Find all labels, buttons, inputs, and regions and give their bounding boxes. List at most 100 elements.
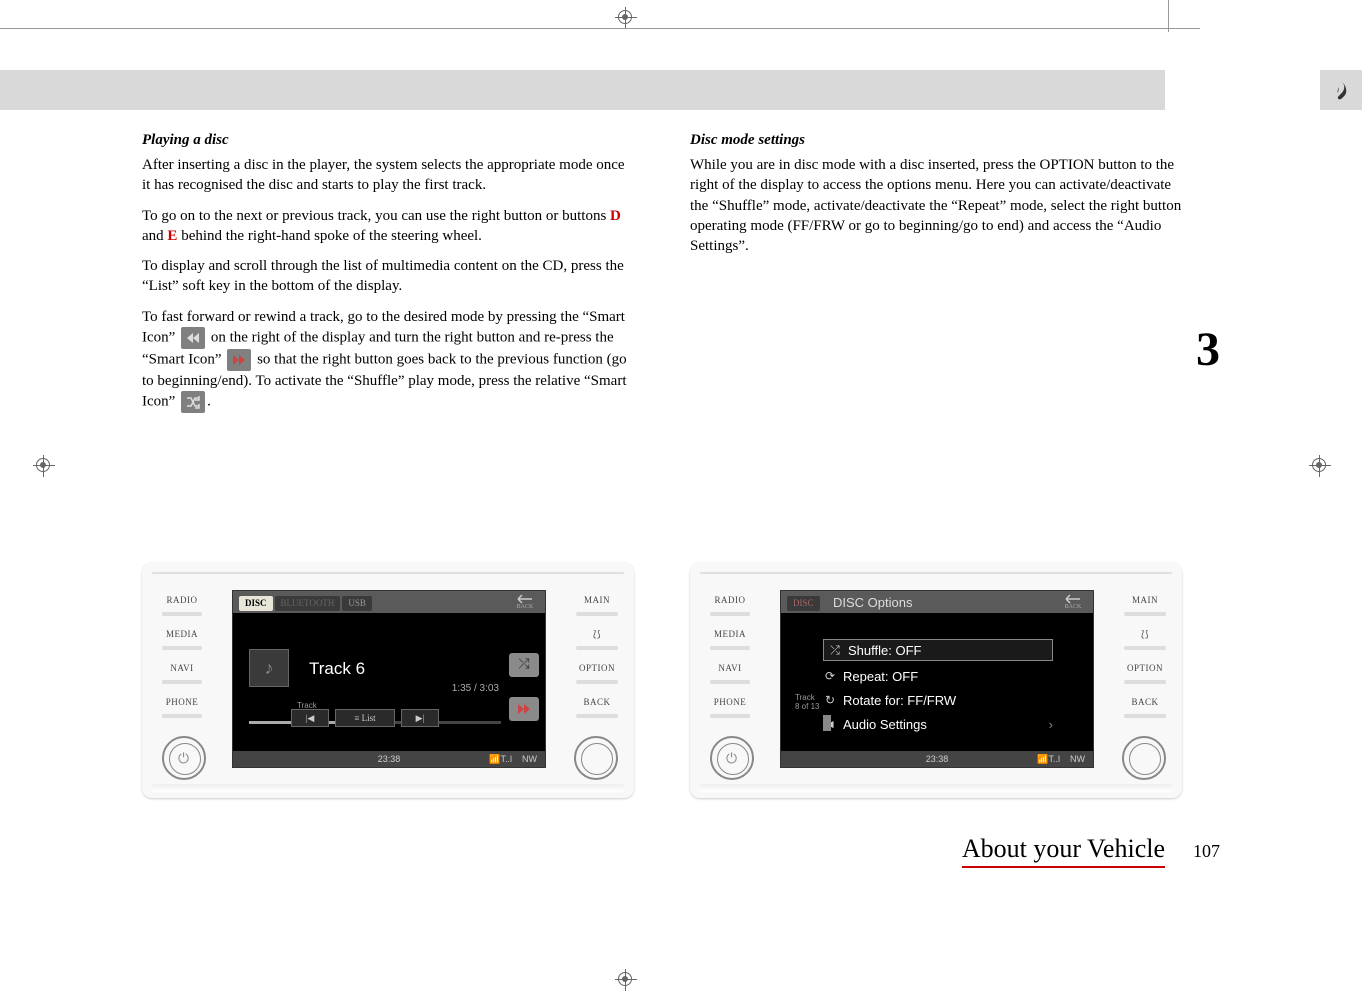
para-intro: After inserting a disc in the player, th… xyxy=(142,155,634,196)
hw-btn-back-2: BACK xyxy=(1114,694,1176,722)
option-rotate-label: Rotate for: FF/FRW xyxy=(843,693,956,708)
repeat-opt-icon: ⟳ xyxy=(823,669,837,683)
track-counter-2: Track 8 of 13 xyxy=(795,693,819,711)
hw-btn-media-2: MEDIA xyxy=(700,626,760,654)
tab-bluetooth: BLUETOOTH xyxy=(275,596,341,611)
option-repeat: ⟳ Repeat: OFF xyxy=(823,665,1053,687)
hw-btn-back: BACK xyxy=(566,694,628,722)
para-nextprev: To go on to the next or previous track, … xyxy=(142,206,634,247)
crop-mark-top xyxy=(618,10,632,24)
chevron-right-icon: › xyxy=(1049,717,1053,732)
page-footer: About your Vehicle 107 xyxy=(962,834,1220,868)
para-discmode: While you are in disc mode with a disc i… xyxy=(690,155,1182,256)
header-logo-box xyxy=(1320,70,1362,110)
left-knob-2: ⏻ xyxy=(710,736,754,780)
para4-end: . xyxy=(207,393,211,409)
antenna-icon: ⟅⟆ xyxy=(593,629,601,639)
left-column: Playing a disc After inserting a disc in… xyxy=(142,132,634,423)
list-button: ≡ List xyxy=(335,709,395,727)
right-knob-2 xyxy=(1122,736,1166,780)
track-info-label-2: Track xyxy=(795,693,815,702)
back-softkey-2: BACK xyxy=(1059,594,1087,610)
screenshot-disc-options: RADIO MEDIA NAVI PHONE MAIN ⟅⟆ OPTION BA… xyxy=(690,562,1182,798)
option-rotate: ↻ Rotate for: FF/FRW xyxy=(823,689,1053,711)
tab-disc-2: DISC xyxy=(787,596,820,611)
music-note-icon: ♪ xyxy=(265,658,274,679)
track-title: Track 6 xyxy=(309,659,365,679)
status-time-2: 23:38 xyxy=(926,754,949,764)
back-softkey: BACK xyxy=(511,594,539,610)
hw-btn-phone-2: PHONE xyxy=(700,694,760,722)
right-knob xyxy=(574,736,618,780)
status-signal-2: 📶T..l xyxy=(1037,754,1060,765)
hw-btn-option-2: OPTION xyxy=(1114,660,1176,688)
smart-icon-shuffle-icon xyxy=(181,391,205,413)
status-bar: 23:38 📶T..l NW xyxy=(233,751,545,767)
screenshot-disc-playing: RADIO MEDIA NAVI PHONE MAIN ⟅⟆ OPTION BA… xyxy=(142,562,634,798)
scrollbar-thumb xyxy=(823,715,831,731)
status-time: 23:38 xyxy=(378,754,401,764)
antenna-icon-2: ⟅⟆ xyxy=(1141,629,1149,639)
para2-mid: and xyxy=(142,228,167,244)
para2-post: behind the right-hand spoke of the steer… xyxy=(177,228,482,244)
option-audio-label: Audio Settings xyxy=(843,717,927,732)
power-icon-2: ⏻ xyxy=(726,752,737,768)
option-shuffle: ⤮ Shuffle: OFF xyxy=(823,639,1053,661)
screen-display-2: DISC DISC Options BACK Track 8 of 13 ⤮ S… xyxy=(780,590,1094,768)
button-letter-d: D xyxy=(610,208,621,224)
shuffle-opt-icon: ⤮ xyxy=(828,643,842,657)
hw-btn-main: MAIN xyxy=(566,592,628,620)
next-track-button: ▶| xyxy=(401,709,439,727)
hw-btn-radio: RADIO xyxy=(152,592,212,620)
hw-btn-antenna-2: ⟅⟆ xyxy=(1114,626,1176,654)
hw-btn-radio-2: RADIO xyxy=(700,592,760,620)
shuffle-smart-icon: ⤮ xyxy=(509,653,539,677)
crop-mark-left xyxy=(36,458,50,472)
option-shuffle-label: Shuffle: OFF xyxy=(848,643,921,658)
section-title-playing: Playing a disc xyxy=(142,132,634,149)
ferrari-horse-icon xyxy=(1331,79,1351,101)
rotate-opt-icon: ↻ xyxy=(823,693,837,707)
track-info-count-2: 8 of 13 xyxy=(795,702,819,711)
tab-disc: DISC xyxy=(239,596,273,611)
hw-btn-main-2: MAIN xyxy=(1114,592,1176,620)
tab-usb: USB xyxy=(342,596,372,611)
chapter-number: 3 xyxy=(1196,322,1220,377)
status-signal: 📶T..l xyxy=(489,754,512,765)
hw-btn-phone: PHONE xyxy=(152,694,212,722)
page-number: 107 xyxy=(1193,841,1220,862)
back-label: BACK xyxy=(517,604,534,610)
margin-line-v xyxy=(1168,0,1169,32)
smart-icon-ffrw-icon xyxy=(181,327,205,349)
options-header: DISC Options xyxy=(833,595,912,610)
hw-btn-navi: NAVI xyxy=(152,660,212,688)
option-repeat-label: Repeat: OFF xyxy=(843,669,918,684)
button-letter-e: E xyxy=(167,228,177,244)
para2-pre: To go on to the next or previous track, … xyxy=(142,208,610,224)
option-audio: ◄ Audio Settings › xyxy=(823,713,1053,735)
prev-track-button: |◀ xyxy=(291,709,329,727)
right-column: Disc mode settings While you are in disc… xyxy=(690,132,1182,423)
crop-mark-right xyxy=(1312,458,1326,472)
shuffle-icon: ⤮ xyxy=(518,657,529,673)
margin-line xyxy=(0,28,1200,29)
para-ffrw: To fast forward or rewind a track, go to… xyxy=(142,307,634,414)
album-art-placeholder: ♪ xyxy=(249,649,289,687)
hw-btn-navi-2: NAVI xyxy=(700,660,760,688)
ffrw-smart-icon xyxy=(509,697,539,721)
header-bar xyxy=(0,70,1165,110)
smart-icon-ffrw2-icon xyxy=(227,349,251,371)
crop-mark-bottom xyxy=(618,972,632,986)
hw-btn-media: MEDIA xyxy=(152,626,212,654)
status-compass: NW xyxy=(522,754,537,765)
para-list: To display and scroll through the list o… xyxy=(142,256,634,297)
hw-btn-option: OPTION xyxy=(566,660,628,688)
footer-section-title: About your Vehicle xyxy=(962,834,1165,868)
back-label-2: BACK xyxy=(1065,604,1082,610)
status-compass-2: NW xyxy=(1070,754,1085,765)
left-knob: ⏻ xyxy=(162,736,206,780)
screen-display: DISC BLUETOOTH USB BACK ♪ Track 6 1:35 /… xyxy=(232,590,546,768)
time-display: 1:35 / 3:03 xyxy=(452,683,499,694)
hw-btn-antenna: ⟅⟆ xyxy=(566,626,628,654)
status-bar-2: 23:38 📶T..l NW xyxy=(781,751,1093,767)
